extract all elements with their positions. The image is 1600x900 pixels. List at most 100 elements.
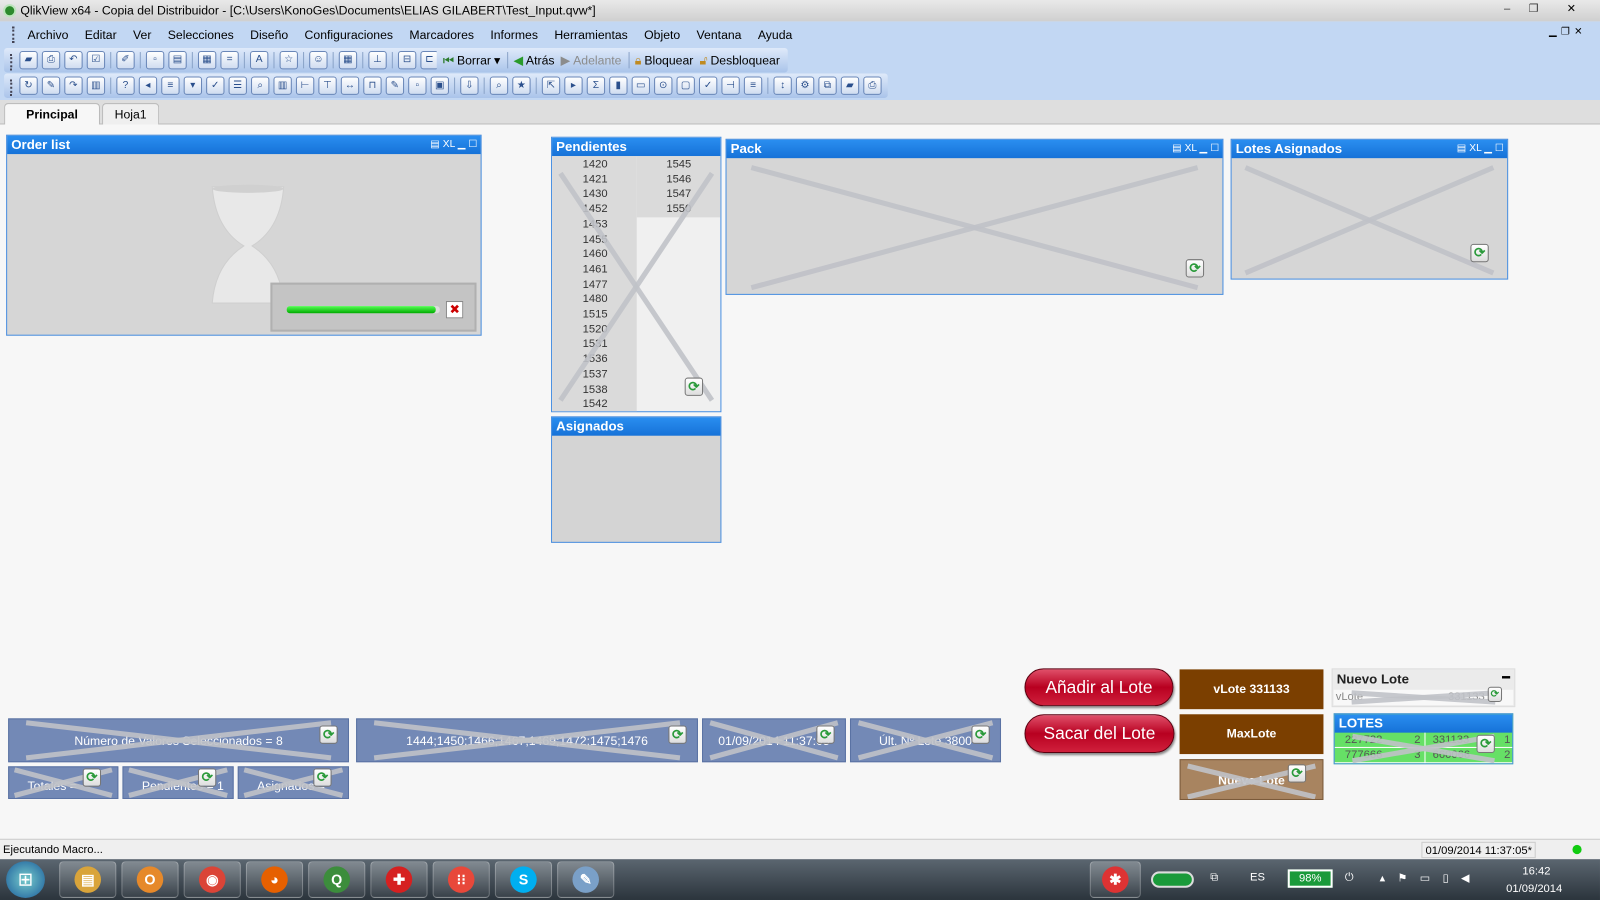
refresh-icon[interactable]: ⟳: [319, 725, 338, 744]
pendientes-listbox[interactable]: Pendientes 1420 1421 1430 1452 1453 1455 1460 1…: [551, 136, 722, 413]
forward-button[interactable]: ▶ Adelante: [561, 53, 622, 67]
list-item[interactable]: 1461: [583, 262, 608, 277]
mdi-controls[interactable]: ▁❐✕: [1549, 27, 1587, 38]
menu-archivo[interactable]: Archivo: [19, 23, 76, 45]
multibox-icon[interactable]: ▾: [183, 76, 203, 95]
line-arrow-icon[interactable]: ⊤: [318, 76, 337, 95]
menu-editar[interactable]: Editar: [77, 23, 125, 45]
container-icon[interactable]: ▫: [408, 76, 427, 95]
network-icon[interactable]: ▰: [840, 76, 860, 95]
asignados-listbox[interactable]: Asignados: [551, 416, 722, 543]
taskbar-app[interactable]: O: [121, 861, 179, 898]
align-right-icon[interactable]: Σ: [586, 76, 606, 95]
menu-ventana[interactable]: Ventana: [688, 23, 749, 45]
refresh-icon[interactable]: ⟳: [1476, 734, 1495, 754]
sheet-forward-icon[interactable]: ↷: [64, 76, 83, 95]
network-icon[interactable]: ⧉: [1210, 871, 1218, 884]
new-sheet-icon[interactable]: ↻: [19, 76, 38, 95]
document-lock-icon[interactable]: ⎙: [863, 76, 882, 95]
list-item[interactable]: 1531: [583, 337, 608, 352]
align-middle-icon[interactable]: ▭: [631, 76, 650, 95]
list-item[interactable]: 1542: [583, 397, 608, 411]
list-item[interactable]: 1453: [583, 217, 608, 232]
adjust-top-icon[interactable]: ≡: [743, 76, 763, 95]
list-item[interactable]: 1546: [666, 172, 691, 187]
lotes-asignados-box[interactable]: Lotes Asignados ▤ XL ▁ ☐ ⟳: [1230, 138, 1509, 280]
clear-button[interactable]: ⏮ Borrar ▾: [443, 53, 500, 68]
statistics-box-icon[interactable]: ◂: [138, 76, 158, 95]
refresh-icon[interactable]: ⟳: [1470, 243, 1489, 263]
chart-wizard-icon[interactable]: ☺: [309, 51, 328, 70]
vlote-value[interactable]: 331133: [1448, 690, 1485, 705]
listbox-icon[interactable]: ?: [116, 76, 135, 95]
list-item[interactable]: 1460: [583, 247, 608, 262]
battery-indicator[interactable]: 98%: [1287, 869, 1333, 888]
caption-icons[interactable]: ▤ XL ▁ ☐: [1172, 140, 1219, 158]
open-icon[interactable]: ⎙: [41, 51, 61, 70]
taskbar-app[interactable]: ⁝⁝: [432, 861, 490, 898]
refresh-icon[interactable]: ⟳: [668, 725, 687, 744]
help-icon[interactable]: ⊟: [397, 51, 417, 70]
taskbar-app[interactable]: ✎: [557, 861, 615, 898]
list-item[interactable]: 1545: [666, 157, 691, 172]
search-icon[interactable]: A: [249, 51, 269, 70]
button-icon[interactable]: ▥: [273, 76, 292, 95]
chart-wizard-icon[interactable]: ⇩: [460, 76, 479, 95]
table-box-icon[interactable]: ≡: [161, 76, 180, 95]
grid-icon[interactable]: ★: [512, 76, 531, 95]
tab-hoja1[interactable]: Hoja1: [102, 103, 160, 125]
minimize-icon[interactable]: ▬: [1502, 671, 1510, 680]
refresh-icon[interactable]: ⟳: [684, 377, 704, 396]
taskbar-app[interactable]: ▤: [59, 861, 117, 898]
close-button[interactable]: ✕: [1551, 1, 1592, 17]
edit-script-icon[interactable]: ▫: [145, 51, 165, 70]
menu-ayuda[interactable]: Ayuda: [750, 23, 801, 45]
vlote-input-row[interactable]: vLote 331133: [1333, 689, 1514, 706]
list-item[interactable]: 1515: [583, 307, 608, 322]
print-icon[interactable]: ✐: [116, 51, 135, 70]
input-box-icon[interactable]: ☰: [228, 76, 247, 95]
format-painter-icon[interactable]: ⌕: [489, 76, 509, 95]
menu-grip[interactable]: [12, 26, 15, 43]
reload-data-icon[interactable]: ▤: [168, 51, 187, 70]
list-item[interactable]: 1537: [583, 367, 608, 382]
power-plug-icon[interactable]: ⏻: [1345, 871, 1354, 884]
slider-icon[interactable]: ↔: [340, 76, 360, 95]
pack-box[interactable]: Pack ▤ XL ▁ ☐ ⟳: [725, 138, 1224, 295]
start-button[interactable]: ⊞: [6, 861, 45, 898]
refresh-icon[interactable]: ⟳: [82, 768, 102, 787]
tray-pill-icon[interactable]: [1151, 871, 1194, 888]
publish-icon[interactable]: ⚙: [795, 76, 815, 95]
taskbar-app[interactable]: Q: [308, 861, 366, 898]
caption-icons[interactable]: ▤ XL ▁ ☐: [1457, 140, 1504, 158]
sacar-del-lote-button[interactable]: Sacar del Lote: [1024, 714, 1175, 754]
favorite-icon[interactable]: ▦: [338, 51, 358, 70]
refresh-icon[interactable]: ⟳: [313, 768, 332, 787]
undo-icon[interactable]: ▦: [197, 51, 217, 70]
save-icon[interactable]: ☑: [86, 51, 106, 70]
menu-diseño[interactable]: Diseño: [242, 23, 296, 45]
list-item[interactable]: 1455: [583, 232, 608, 247]
text-object-icon[interactable]: ⊢: [295, 76, 315, 95]
sheet-properties-icon[interactable]: ▥: [86, 76, 106, 95]
unlock-button[interactable]: 🔓︎ Desbloquear: [699, 53, 779, 68]
search-object-icon[interactable]: ✎: [385, 76, 405, 95]
list-item[interactable]: 1536: [583, 352, 608, 367]
list-item[interactable]: 1538: [583, 382, 608, 397]
new-icon[interactable]: ▰: [19, 51, 38, 70]
refresh-icon[interactable]: ⟳: [1487, 686, 1503, 703]
list-item[interactable]: 1421: [583, 172, 608, 187]
tray-icons[interactable]: ▴⚑▭▯◀: [1380, 871, 1482, 884]
language-indicator[interactable]: ES: [1250, 871, 1265, 883]
list-item[interactable]: 1452: [583, 202, 608, 217]
clock-date[interactable]: 01/09/2014: [1506, 883, 1562, 895]
menu-marcadores[interactable]: Marcadores: [401, 23, 482, 45]
order-list-box[interactable]: Order list ▤ XL ▁ ☐ ✖: [6, 134, 482, 336]
back-button[interactable]: ◀ Atrás: [513, 53, 554, 67]
menu-objeto[interactable]: Objeto: [636, 23, 688, 45]
menu-herramientas[interactable]: Herramientas: [546, 23, 636, 45]
menu-configuraciones[interactable]: Configuraciones: [296, 23, 401, 45]
refresh-icon[interactable]: ⟳: [197, 768, 217, 787]
chart-icon[interactable]: ✓: [206, 76, 225, 95]
cancel-button[interactable]: ✖: [445, 301, 464, 319]
